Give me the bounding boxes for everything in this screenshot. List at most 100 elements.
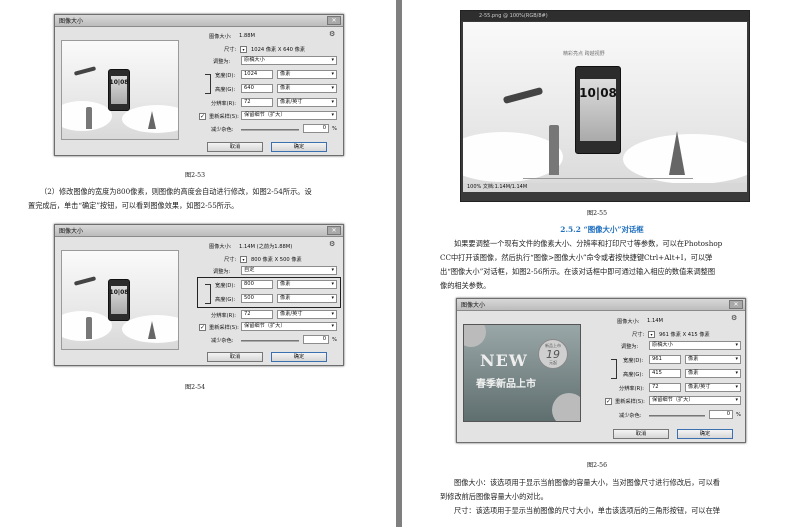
figure-caption: 图2-53 xyxy=(184,172,206,179)
height-unit-select[interactable]: 像素 xyxy=(277,84,337,93)
constrain-link-icon[interactable] xyxy=(205,74,211,94)
image-size-label: 图像大小: xyxy=(209,34,232,40)
resolution-unit-select[interactable]: 像素/英寸 xyxy=(685,383,741,392)
dialog-title: 图像大小 xyxy=(59,228,84,235)
close-icon[interactable]: ✕ xyxy=(729,300,743,309)
statue-shape xyxy=(549,125,559,175)
document-canvas: 精彩亮点 跨越视野 10|08 100% 文档:1.14M/1.14M xyxy=(463,22,747,192)
fit-to-label: 调整为: xyxy=(621,344,639,350)
resample-label: 重新采样(S): xyxy=(209,114,239,120)
reduce-noise-slider[interactable] xyxy=(241,340,299,342)
dimensions-dropdown-icon[interactable]: ▾ xyxy=(240,256,247,263)
figure-caption: 图2-55 xyxy=(586,210,608,217)
resolution-input[interactable]: 72 xyxy=(241,98,273,107)
promo-spring-text: 春季新品上市 xyxy=(476,379,536,390)
airplane-shape xyxy=(73,66,97,76)
flower-shape xyxy=(552,393,580,421)
resolution-input[interactable]: 72 xyxy=(649,383,681,392)
resample-checkbox[interactable]: ✓ xyxy=(605,398,612,405)
status-bar: 100% 文档:1.14M/1.14M xyxy=(463,183,747,192)
cancel-button[interactable]: 取消 xyxy=(207,352,263,362)
width-label: 宽度(D): xyxy=(623,358,644,364)
ok-button[interactable]: 确定 xyxy=(271,142,327,152)
width-input[interactable]: 1024 xyxy=(241,70,273,79)
constrain-link-icon[interactable] xyxy=(205,284,211,304)
airplane-shape xyxy=(73,276,97,286)
gear-icon[interactable]: ⚙ xyxy=(329,240,335,248)
height-input[interactable]: 415 xyxy=(649,369,681,378)
close-icon[interactable]: ✕ xyxy=(327,226,341,235)
timeline-bar xyxy=(523,178,693,179)
resample-select[interactable]: 保留细节（扩大） xyxy=(241,322,337,331)
ok-button[interactable]: 确定 xyxy=(271,352,327,362)
body-paragraph-line: 尺寸：该选项用于显示当前图像的尺寸大小，单击该选项后的三角形按钮，可以在弹 xyxy=(454,506,720,515)
width-unit-select[interactable]: 像素 xyxy=(277,70,337,79)
gear-icon[interactable]: ⚙ xyxy=(731,314,737,322)
promo-new-text: NEW xyxy=(480,351,528,370)
resolution-unit-select[interactable]: 像素/英寸 xyxy=(277,310,337,319)
dialog-titlebar[interactable]: 图像大小 ✕ xyxy=(55,225,343,237)
image-size-dialog-fig-2-54: 图像大小 ✕ 10|08 ⚙ 图像大小: 1.14M (之前为1.88M) 尺寸… xyxy=(54,224,344,366)
resample-select[interactable]: 保留细节（扩大） xyxy=(241,111,337,120)
width-unit-select[interactable]: 像素 xyxy=(685,355,741,364)
canvas-scene: 精彩亮点 跨越视野 10|08 xyxy=(463,22,747,192)
resample-select[interactable]: 保留细节（扩大） xyxy=(649,396,741,405)
reduce-noise-slider[interactable] xyxy=(241,129,299,131)
canvas-headline: 精彩亮点 跨越视野 xyxy=(563,51,605,57)
width-input[interactable]: 800 xyxy=(241,280,273,289)
resolution-input[interactable]: 72 xyxy=(241,310,273,319)
fit-to-select[interactable]: 原稿大小 xyxy=(241,56,337,65)
phone-image: 10|08 xyxy=(108,279,130,321)
width-input[interactable]: 961 xyxy=(649,355,681,364)
body-paragraph-line: CC中打开该图像，然后执行“图像>图像大小”命令或者按快捷键Ctrl+Alt+I… xyxy=(440,253,713,262)
right-page: 2-55.png @ 100%(RGB/8#) 精彩亮点 跨越视野 10|08 … xyxy=(402,0,799,527)
height-unit-select[interactable]: 像素 xyxy=(685,369,741,378)
reduce-noise-input[interactable]: 0 xyxy=(303,335,329,344)
dimensions-label: 尺寸: xyxy=(632,332,645,338)
height-input[interactable]: 500 xyxy=(241,294,273,303)
section-heading: 2.5.2 “图像大小”对话框 xyxy=(560,225,644,234)
dialog-titlebar[interactable]: 图像大小 ✕ xyxy=(457,299,745,311)
dimensions-dropdown-icon[interactable]: ▾ xyxy=(240,46,247,53)
resample-checkbox[interactable]: ✓ xyxy=(199,113,206,120)
resolution-label: 分辨率(R): xyxy=(211,313,236,319)
document-tab-title[interactable]: 2-55.png @ 100%(RGB/8#) xyxy=(461,11,749,21)
constrain-link-icon[interactable] xyxy=(611,359,617,379)
dimensions-dropdown-icon[interactable]: ▾ xyxy=(648,331,655,338)
height-unit-select[interactable]: 像素 xyxy=(277,294,337,303)
ok-button[interactable]: 确定 xyxy=(677,429,733,439)
cancel-button[interactable]: 取消 xyxy=(613,429,669,439)
fit-to-select[interactable]: 原稿大小 xyxy=(649,341,741,350)
reduce-noise-input[interactable]: 0 xyxy=(709,410,733,419)
price-badge: 新品上市 19 元起 xyxy=(538,339,568,369)
cloud-shape xyxy=(463,132,563,182)
resolution-label: 分辨率(R): xyxy=(619,386,644,392)
close-icon[interactable]: ✕ xyxy=(327,16,341,25)
dimensions-label: 尺寸: xyxy=(224,257,237,263)
figure-caption: 图2-54 xyxy=(184,384,206,391)
body-paragraph-line: （2）修改图像的宽度为800像素，则图像的高度会自动进行修改，如图2-54所示。… xyxy=(40,187,312,196)
reduce-noise-slider[interactable] xyxy=(649,415,705,417)
dialog-titlebar[interactable]: 图像大小 ✕ xyxy=(55,15,343,27)
gear-icon[interactable]: ⚙ xyxy=(329,30,335,38)
width-unit-select[interactable]: 像素 xyxy=(277,280,337,289)
preview-thumbnail: NEW 新品上市 19 元起 春季新品上市 xyxy=(463,324,581,422)
width-label: 宽度(D): xyxy=(215,73,236,79)
resample-checkbox[interactable]: ✓ xyxy=(199,324,206,331)
reduce-noise-input[interactable]: 0 xyxy=(303,124,329,133)
image-size-value: 1.14M (之前为1.88M) xyxy=(239,244,293,250)
image-size-label: 图像大小: xyxy=(617,319,640,325)
dialog-title: 图像大小 xyxy=(59,18,84,25)
image-size-dialog-fig-2-53: 图像大小 ✕ 10|08 ⚙ 图像大小: 1.88M 尺寸: ▾ 1024 像素… xyxy=(54,14,344,156)
resolution-unit-select[interactable]: 像素/英寸 xyxy=(277,98,337,107)
cloud-shape xyxy=(623,134,747,184)
flower-shape xyxy=(464,325,486,347)
fit-to-select[interactable]: 自定 xyxy=(241,266,337,275)
cancel-button[interactable]: 取消 xyxy=(207,142,263,152)
statue-shape xyxy=(86,317,92,340)
body-paragraph-line: 如果要调整一个现有文件的像素大小、分辨率和打印尺寸等参数，可以在Photosho… xyxy=(454,239,723,248)
tower-shape xyxy=(669,131,685,175)
height-input[interactable]: 640 xyxy=(241,84,273,93)
resample-label: 重新采样(S): xyxy=(209,325,239,331)
reduce-noise-unit: % xyxy=(332,337,337,343)
